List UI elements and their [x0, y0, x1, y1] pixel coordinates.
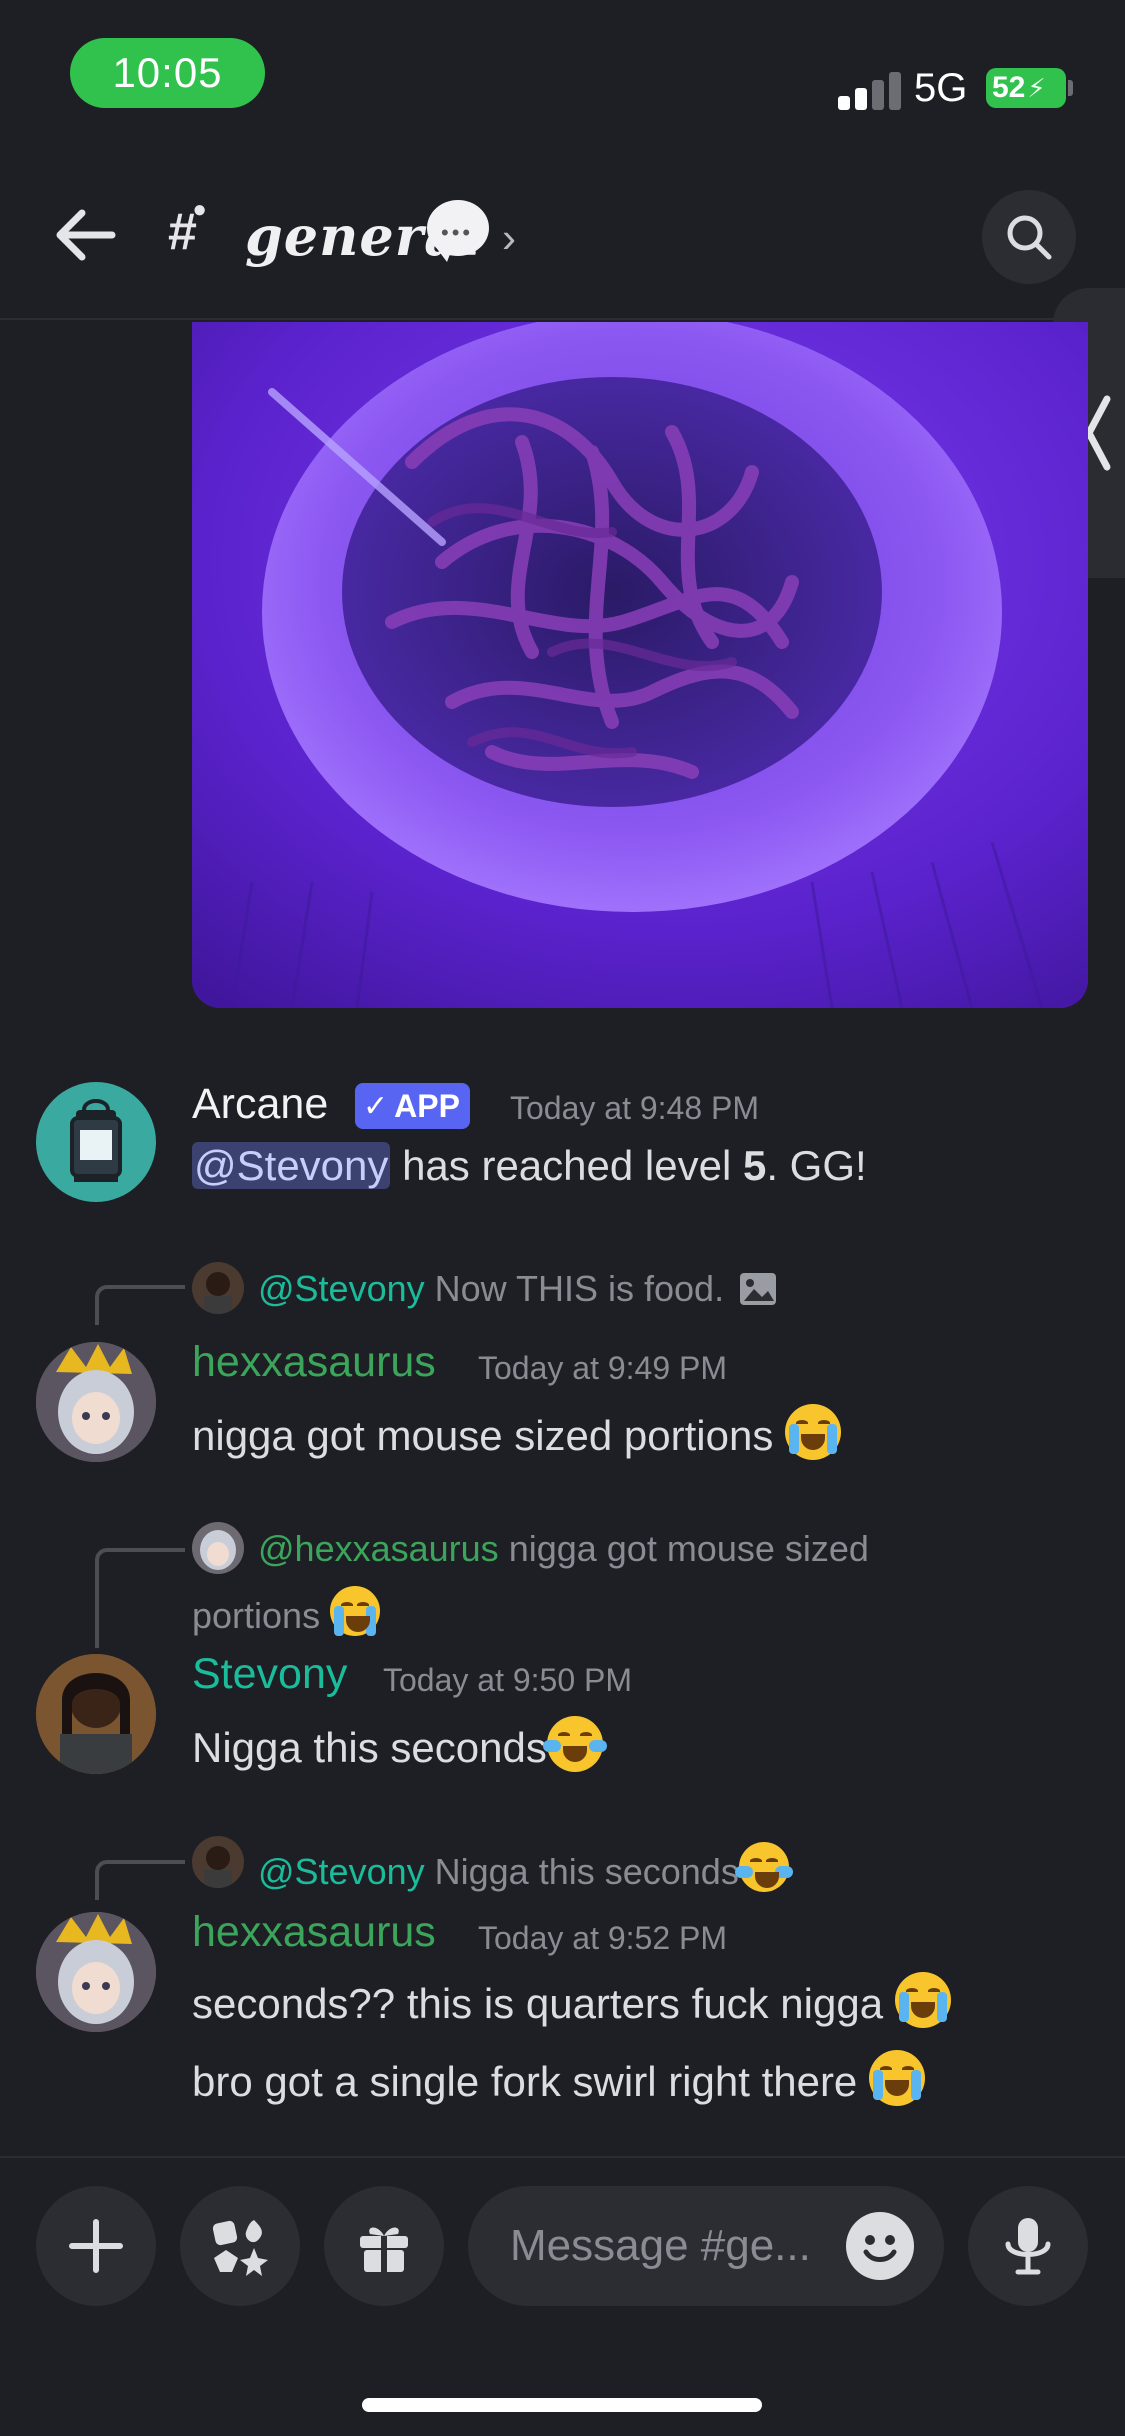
- gift-button[interactable]: [324, 2186, 444, 2306]
- chevron-right-icon[interactable]: ›: [502, 214, 516, 262]
- search-icon: [1007, 215, 1052, 260]
- app-badge: ✓ APP: [355, 1083, 470, 1129]
- laughing-emoji-icon: [734, 1842, 793, 1892]
- apps-button[interactable]: [180, 2186, 300, 2306]
- author-hexxasaurus[interactable]: hexxasaurus: [192, 1338, 436, 1387]
- channel-hash-icon: # ●: [168, 196, 207, 261]
- message-line: bro got a single fork swirl right there: [192, 2058, 858, 2105]
- person-avatar-icon: [36, 1654, 156, 1774]
- reply-avatar-hexxasaurus: [192, 1522, 244, 1574]
- message-line: seconds?? this is quarters fuck nigga: [192, 1980, 884, 2027]
- message-content: bro got a single fork swirl right there: [192, 2050, 925, 2106]
- add-attachment-button[interactable]: [36, 2186, 156, 2306]
- avatar-stevony[interactable]: [36, 1654, 156, 1774]
- message-timestamp: Today at 9:48 PM: [510, 1090, 760, 1126]
- status-time: 10:05: [70, 38, 265, 108]
- status-bar: 10:05 5G 52 ⚡: [0, 0, 1125, 150]
- speech-bubble-icon: •••: [427, 200, 489, 262]
- level-number: 5: [742, 1142, 767, 1189]
- message-content: Nigga this seconds: [192, 1716, 607, 1772]
- message-composer: [0, 2156, 1125, 2436]
- message-input-field[interactable]: [468, 2186, 944, 2306]
- reply-avatar-stevony: [192, 1262, 244, 1314]
- voice-message-button[interactable]: [968, 2186, 1088, 2306]
- search-button[interactable]: [982, 190, 1076, 284]
- avatar-hexxasaurus[interactable]: [36, 1342, 156, 1462]
- reply-connector: [95, 1860, 185, 1900]
- message-timestamp: Today at 9:50 PM: [383, 1662, 633, 1698]
- message-timestamp: Today at 9:52 PM: [478, 1920, 728, 1956]
- reply-preview[interactable]: @Stevony Now THIS is food.: [258, 1268, 778, 1310]
- reply-preview[interactable]: @Stevony Nigga this seconds: [258, 1842, 793, 1893]
- battery-icon: 52 ⚡: [986, 68, 1066, 108]
- emoji-button[interactable]: [846, 2212, 914, 2280]
- message-line: nigga got mouse sized portions: [192, 1412, 774, 1459]
- message-content: @Stevony has reached level 5. GG!: [192, 1142, 867, 1190]
- crying-emoji-icon: [330, 1586, 381, 1636]
- back-arrow-icon: [56, 209, 116, 261]
- reply-preview-continued: portions: [192, 1586, 381, 1637]
- reply-text: Now THIS is food.: [434, 1268, 725, 1309]
- plus-icon: [69, 2219, 123, 2273]
- message-timestamp: Today at 9:49 PM: [478, 1350, 728, 1386]
- channel-header: # ● general ••• ›: [0, 150, 1125, 320]
- battery-level: 52: [992, 71, 1026, 104]
- reply-text: Nigga this seconds: [434, 1851, 739, 1892]
- reply-avatar-stevony: [192, 1836, 244, 1888]
- image-icon: [740, 1273, 777, 1305]
- avatar-arcane[interactable]: [36, 1082, 156, 1202]
- message-text-end: . GG!: [766, 1142, 867, 1189]
- laughing-emoji-icon: [542, 1716, 607, 1772]
- reply-mention: @Stevony: [258, 1268, 425, 1309]
- food-photo: [192, 322, 1088, 1008]
- battery-tip: [1068, 80, 1073, 96]
- message-text: has reached level: [390, 1142, 743, 1189]
- crying-emoji-icon: [868, 2050, 925, 2106]
- crying-emoji-icon: [785, 1404, 842, 1460]
- anime-avatar-icon: [36, 1342, 156, 1462]
- message-line: Nigga this seconds: [192, 1724, 547, 1771]
- reply-text: nigga got mouse sized: [508, 1528, 869, 1569]
- anime-avatar-icon: [36, 1912, 156, 2032]
- reply-mention: @hexxasaurus: [258, 1528, 499, 1569]
- message-content: seconds?? this is quarters fuck nigga: [192, 1972, 951, 2028]
- reply-mention: @Stevony: [258, 1851, 425, 1892]
- reply-connector: [95, 1548, 185, 1648]
- reply-connector: [95, 1285, 185, 1325]
- image-attachment[interactable]: [192, 322, 1088, 1008]
- microphone-icon: [1005, 2218, 1051, 2275]
- crying-emoji-icon: [894, 1972, 951, 2028]
- app-badge-label: APP: [394, 1087, 460, 1124]
- message-input[interactable]: [510, 2218, 830, 2274]
- network-type: 5G: [914, 66, 968, 110]
- back-button[interactable]: [50, 205, 120, 265]
- home-indicator: [362, 2398, 762, 2412]
- apps-icon: [212, 2220, 268, 2276]
- emoji-icon: [863, 2235, 897, 2262]
- lantern-icon: [70, 1099, 122, 1182]
- signal-strength-icon: [838, 70, 902, 110]
- avatar-hexxasaurus[interactable]: [36, 1912, 156, 2032]
- reply-preview[interactable]: @hexxasaurus nigga got mouse sized: [258, 1528, 869, 1570]
- reply-text-2: portions: [192, 1595, 321, 1636]
- author-hexxasaurus[interactable]: hexxasaurus: [192, 1908, 436, 1957]
- gift-icon: [360, 2227, 408, 2272]
- user-mention[interactable]: @Stevony: [192, 1142, 391, 1189]
- author-stevony[interactable]: Stevony: [192, 1650, 347, 1699]
- message-content: nigga got mouse sized portions: [192, 1404, 842, 1460]
- author-arcane[interactable]: Arcane: [192, 1080, 328, 1129]
